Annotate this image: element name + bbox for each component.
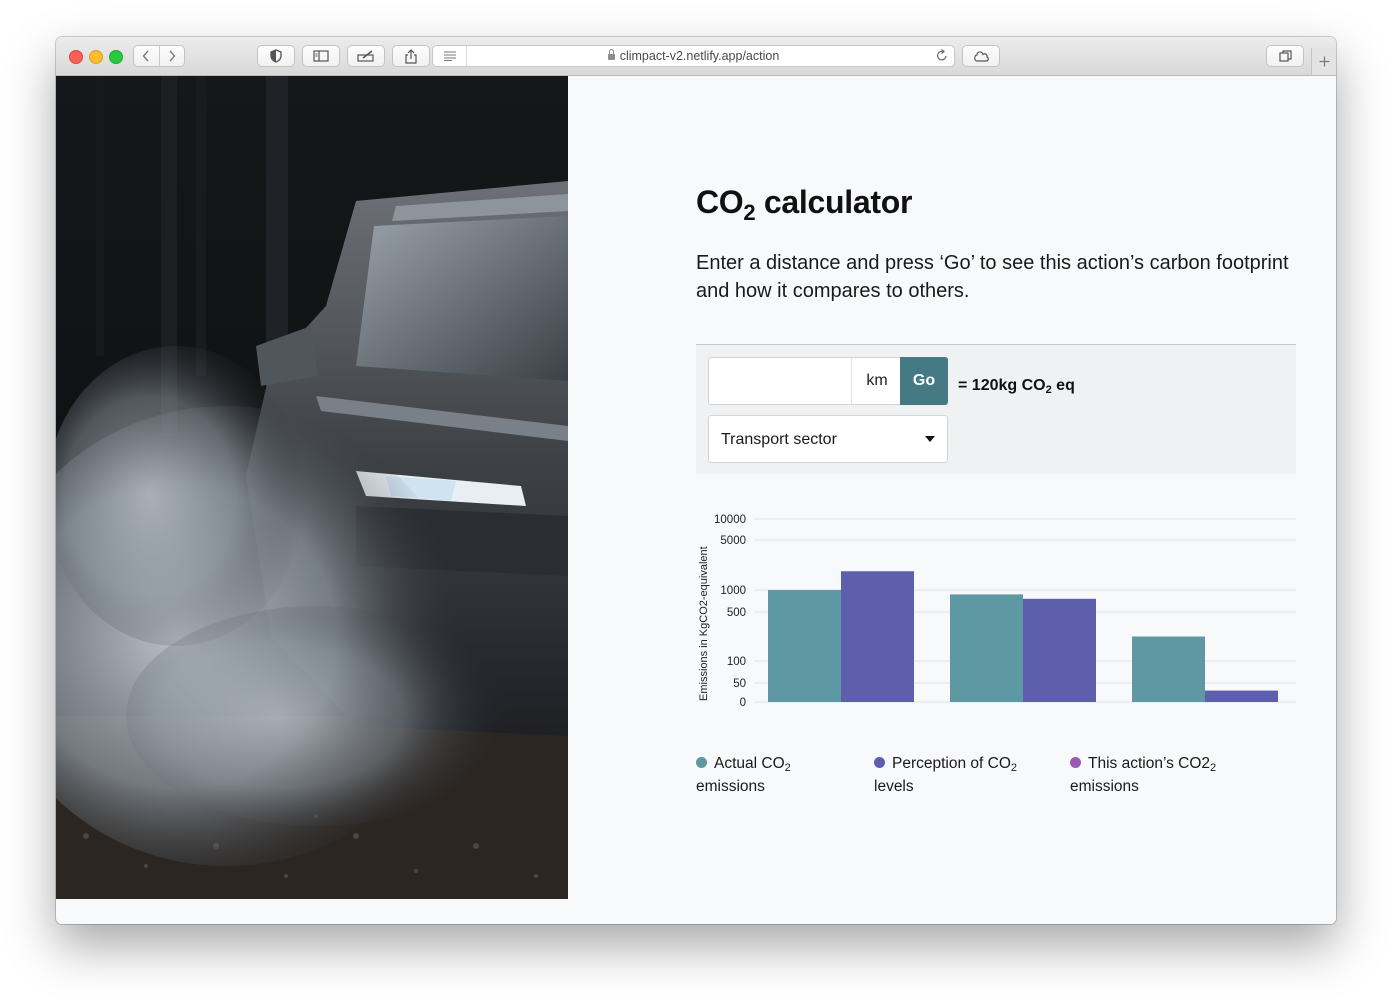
legend-subscript: 2	[1010, 762, 1018, 774]
legend-label-line2: levels	[874, 778, 914, 795]
legend-item-actual: Actual CO2 emissions	[696, 753, 791, 797]
sector-select[interactable]: Transport sector	[708, 415, 948, 463]
legend-dot-action	[1070, 757, 1081, 768]
plus-icon	[1319, 56, 1329, 67]
distance-input[interactable]	[709, 358, 851, 404]
share-icon	[405, 48, 417, 64]
legend-label: This action’s CO2	[1088, 755, 1211, 772]
intro-text: Enter a distance and press ‘Go’ to see t…	[696, 252, 1289, 302]
legend-item-perception: Perception of CO2 levels	[874, 753, 1017, 797]
back-button[interactable]	[134, 46, 159, 66]
legend-item-action: This action’s CO22 emissions	[1070, 753, 1216, 797]
close-window-button[interactable]	[69, 50, 83, 64]
share-button[interactable]	[392, 45, 430, 67]
legend-subscript: 2	[784, 762, 791, 774]
icloud-tabs-button[interactable]	[962, 45, 1000, 67]
legend-dot-perception	[874, 757, 885, 768]
lock-icon	[607, 49, 615, 60]
reload-icon	[937, 49, 947, 61]
calculator-panel: CO2 calculator Enter a distance and pres…	[568, 76, 1336, 924]
history-navigation	[133, 45, 185, 67]
y-tick-label: 1000	[720, 585, 746, 597]
chart-legend: Actual CO2 emissions Perception of CO2 lev…	[696, 753, 1296, 803]
bar-actual-1	[768, 590, 841, 702]
distance-unit: km	[851, 358, 902, 404]
legend-label: Perception of CO	[892, 755, 1011, 772]
privacy-shield-button[interactable]	[257, 45, 295, 67]
legend-label-line2: emissions	[696, 778, 765, 795]
y-tick-label: 10000	[714, 514, 746, 526]
bar-perception-3	[1205, 690, 1278, 702]
result-prefix: = 120kg CO	[958, 377, 1046, 394]
new-tab-button[interactable]	[1311, 48, 1336, 75]
bar-perception-2	[1023, 598, 1096, 702]
title-rest: calculator	[755, 184, 913, 220]
caret-down-icon	[925, 436, 935, 442]
browser-window: climpact-v2.netlify.app/action CO2 calcu…	[56, 37, 1336, 924]
legend-label: Actual CO	[714, 755, 785, 772]
emissions-chart: 0 50 100 500 1000 5000 10000 Emissions in KgCO2…	[696, 506, 1296, 706]
bar-actual-3	[1132, 636, 1205, 702]
y-tick-label: 100	[727, 656, 746, 668]
reload-button[interactable]	[936, 49, 948, 67]
result-subscript: 2	[1045, 384, 1052, 396]
title-subscript: 2	[743, 200, 756, 225]
y-tick-label: 0	[740, 697, 746, 706]
hero-photo	[56, 76, 568, 899]
legend-label-line2: emissions	[1070, 778, 1139, 795]
legend-dot-actual	[696, 757, 707, 768]
chevron-right-icon	[169, 50, 176, 62]
chevron-left-icon	[142, 50, 149, 62]
url-text: climpact-v2.netlify.app/action	[433, 49, 954, 63]
result-text: = 120kg CO2 eq	[958, 377, 1075, 396]
minimize-window-button[interactable]	[89, 50, 103, 64]
y-axis-label: Emissions in KgCO2-equivalent	[698, 546, 710, 701]
page-title: CO2 calculator	[696, 184, 913, 225]
y-tick-label: 50	[733, 678, 746, 690]
forward-button[interactable]	[160, 46, 185, 66]
result-suffix: eq	[1051, 377, 1075, 394]
browser-toolbar: climpact-v2.netlify.app/action	[56, 37, 1336, 76]
sector-select-value: Transport sector	[721, 431, 837, 448]
pencil-icon	[357, 50, 374, 62]
bar-perception-1	[841, 571, 914, 702]
calculator-form: km Go = 120kg CO2 eq Transport sector	[696, 344, 1296, 474]
tabs-icon	[1278, 50, 1292, 62]
sidebar-toggle-button[interactable]	[302, 45, 340, 67]
title-co: CO	[696, 184, 744, 220]
markup-button[interactable]	[347, 45, 385, 67]
car-splash-image	[56, 76, 568, 899]
legend-subscript: 2	[1210, 762, 1217, 774]
cloud-icon	[974, 51, 989, 62]
distance-field: km	[708, 357, 900, 405]
tab-overview-button[interactable]	[1266, 45, 1304, 67]
bar-actual-2	[950, 594, 1023, 702]
bar-chart-svg: 0 50 100 500 1000 5000 10000 Emissions in KgCO2…	[698, 514, 1296, 706]
y-tick-label: 500	[727, 607, 746, 619]
zoom-window-button[interactable]	[109, 50, 123, 64]
y-tick-label: 5000	[720, 535, 746, 547]
sidebar-icon	[313, 50, 329, 62]
shield-icon	[270, 49, 282, 63]
url-value: climpact-v2.netlify.app/action	[619, 49, 780, 63]
go-button[interactable]: Go	[900, 357, 948, 405]
address-bar[interactable]: climpact-v2.netlify.app/action	[432, 45, 955, 67]
